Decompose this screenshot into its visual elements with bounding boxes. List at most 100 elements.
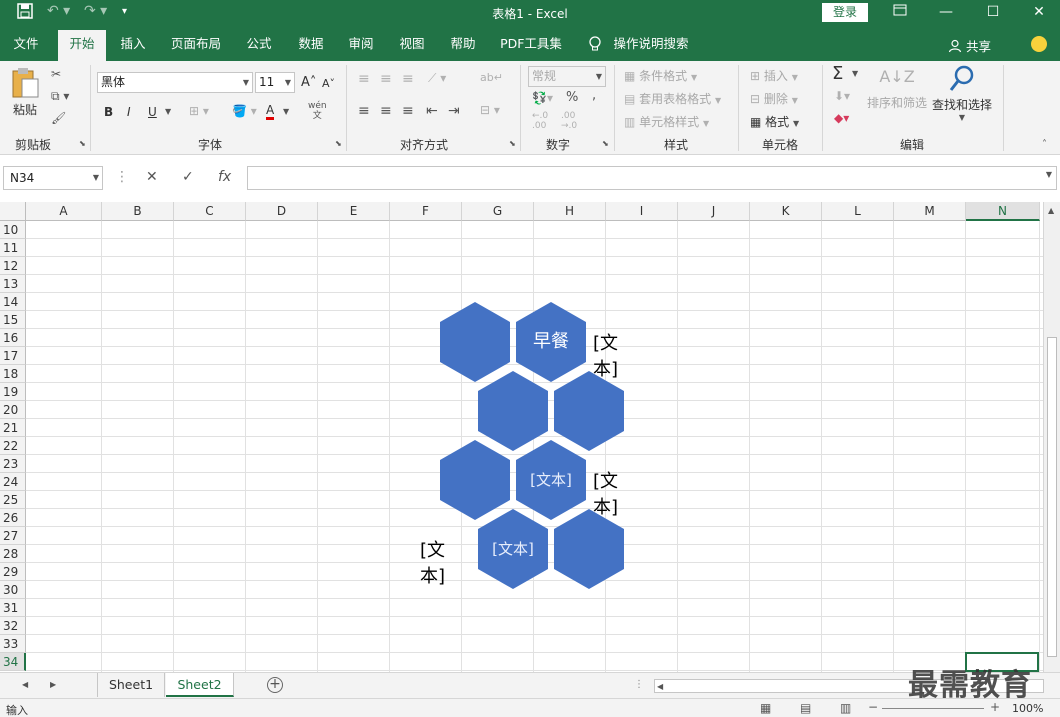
italic-button[interactable]: I	[127, 105, 131, 119]
chevron-down-icon[interactable]: ▼	[852, 69, 858, 78]
row-header-25[interactable]: 25	[0, 491, 26, 509]
shrink-font-icon[interactable]: A˅	[322, 77, 335, 90]
zoom-out-icon[interactable]: −	[868, 700, 878, 714]
alignment-launcher-icon[interactable]: ⬊	[509, 139, 516, 148]
row-header-20[interactable]: 20	[0, 401, 26, 419]
tell-me-search[interactable]: 操作说明搜索	[606, 26, 696, 61]
format-cells-button[interactable]: ▦ 格式 ▼	[750, 113, 799, 130]
decrease-decimal-icon[interactable]: .00 →.0	[561, 111, 577, 131]
sheet-tab-sheet2[interactable]: Sheet2	[166, 673, 234, 697]
grow-font-icon[interactable]: A˄	[301, 75, 316, 90]
phonetic-guide-icon[interactable]: wén 文	[308, 101, 327, 121]
tab-insert[interactable]: 插入	[112, 26, 154, 61]
row-header-27[interactable]: 27	[0, 527, 26, 545]
row-header-32[interactable]: 32	[0, 617, 26, 635]
column-header-l[interactable]: L	[822, 202, 894, 221]
hexagon-side-label[interactable]: [文本]	[593, 329, 618, 381]
orientation-icon[interactable]: ⟋ ▾	[428, 71, 446, 86]
add-sheet-icon[interactable]: +	[267, 677, 283, 693]
column-header-h[interactable]: H	[534, 202, 606, 221]
align-right-icon[interactable]: ≡	[402, 103, 414, 119]
prev-sheet-icon[interactable]: ◀	[22, 680, 28, 689]
increase-decimal-icon[interactable]: ←.0.00	[532, 111, 548, 131]
cut-icon[interactable]: ✂	[51, 67, 61, 81]
accounting-format-icon[interactable]: 💱▾	[532, 91, 553, 105]
zoom-slider[interactable]	[882, 708, 984, 709]
column-header-g[interactable]: G	[462, 202, 534, 221]
collapse-ribbon-icon[interactable]: ˄	[1042, 139, 1047, 150]
row-header-10[interactable]: 10	[0, 221, 26, 239]
clipboard-launcher-icon[interactable]: ⬊	[79, 139, 86, 148]
number-launcher-icon[interactable]: ⬊	[602, 139, 609, 148]
font-color-button[interactable]: A	[266, 104, 275, 120]
insert-cells-button[interactable]: ⊞ 插入 ▼	[750, 67, 798, 84]
row-header-23[interactable]: 23	[0, 455, 26, 473]
clear-icon[interactable]: ◆▾	[834, 111, 849, 125]
underline-button[interactable]: U	[148, 105, 157, 119]
comma-style-button[interactable]: ,	[592, 88, 596, 103]
insert-function-icon[interactable]: fx	[218, 169, 231, 185]
row-header-13[interactable]: 13	[0, 275, 26, 293]
merge-center-icon[interactable]: ⊟ ▾	[480, 103, 500, 117]
next-sheet-icon[interactable]: ▶	[50, 680, 56, 689]
align-top-icon[interactable]: ≡	[358, 71, 370, 87]
column-header-k[interactable]: K	[750, 202, 822, 221]
row-header-22[interactable]: 22	[0, 437, 26, 455]
align-center-icon[interactable]: ≡	[380, 103, 392, 119]
column-header-j[interactable]: J	[678, 202, 750, 221]
wrap-text-icon[interactable]: ab↵	[480, 71, 503, 84]
paste-button[interactable]: 粘贴	[10, 67, 42, 119]
borders-icon[interactable]: ⊞ ▾	[189, 104, 209, 118]
tab-page-layout[interactable]: 页面布局	[164, 26, 228, 61]
row-header-17[interactable]: 17	[0, 347, 26, 365]
column-header-f[interactable]: F	[390, 202, 462, 221]
tab-file[interactable]: 文件	[4, 26, 48, 61]
select-all-corner[interactable]	[0, 202, 26, 221]
fill-color-icon[interactable]: 🪣 ▾	[232, 104, 257, 118]
column-header-i[interactable]: I	[606, 202, 678, 221]
tab-data[interactable]: 数据	[290, 26, 332, 61]
font-size-select[interactable]: 11 ▼	[255, 72, 295, 93]
tab-view[interactable]: 视图	[391, 26, 433, 61]
share-button[interactable]: 共享	[948, 36, 991, 55]
ribbon-display-icon[interactable]	[880, 2, 920, 24]
row-header-19[interactable]: 19	[0, 383, 26, 401]
row-header-30[interactable]: 30	[0, 581, 26, 599]
tab-formulas[interactable]: 公式	[238, 26, 280, 61]
row-header-28[interactable]: 28	[0, 545, 26, 563]
chevron-down-icon[interactable]: ▼	[165, 107, 171, 116]
conditional-format-button[interactable]: ▦ 条件格式 ▼	[624, 67, 697, 84]
tab-home[interactable]: 开始	[58, 30, 106, 61]
row-header-12[interactable]: 12	[0, 257, 26, 275]
row-header-29[interactable]: 29	[0, 563, 26, 581]
column-header-b[interactable]: B	[102, 202, 174, 221]
column-header-a[interactable]: A	[26, 202, 102, 221]
decrease-indent-icon[interactable]: ⇤	[426, 103, 438, 119]
row-header-34[interactable]: 34	[0, 653, 26, 671]
tab-help[interactable]: 帮助	[442, 26, 484, 61]
formula-input[interactable]: ▼	[247, 166, 1057, 190]
column-header-e[interactable]: E	[318, 202, 390, 221]
autosum-icon[interactable]: Σ	[832, 63, 843, 84]
column-header-m[interactable]: M	[894, 202, 966, 221]
maximize-icon[interactable]: ☐	[973, 2, 1013, 24]
align-left-icon[interactable]: ≡	[358, 103, 370, 119]
font-launcher-icon[interactable]: ⬊	[335, 139, 342, 148]
hexagon-side-label[interactable]: [文本]	[593, 467, 618, 519]
close-icon[interactable]: ✕	[1019, 2, 1059, 24]
column-header-d[interactable]: D	[246, 202, 318, 221]
expand-formula-icon[interactable]: ▼	[1046, 170, 1052, 179]
scroll-left-icon[interactable]: ◀	[657, 682, 663, 691]
find-select-button[interactable]: 查找和选择 ▼	[930, 65, 994, 122]
minimize-icon[interactable]: —	[926, 2, 966, 24]
font-name-select[interactable]: 黑体 ▼	[97, 72, 253, 93]
cancel-icon[interactable]: ✕	[146, 169, 158, 185]
row-header-11[interactable]: 11	[0, 239, 26, 257]
normal-view-icon[interactable]: ▦	[760, 701, 771, 715]
sheet-tab-sheet1[interactable]: Sheet1	[97, 673, 165, 697]
row-header-14[interactable]: 14	[0, 293, 26, 311]
delete-cells-button[interactable]: ⊟ 删除 ▼	[750, 90, 798, 107]
number-format-select[interactable]: 常规 ▼	[528, 66, 606, 87]
copy-icon[interactable]: ⧉ ▾	[51, 89, 69, 104]
sort-filter-button[interactable]: A↓Z 排序和筛选	[866, 67, 928, 111]
